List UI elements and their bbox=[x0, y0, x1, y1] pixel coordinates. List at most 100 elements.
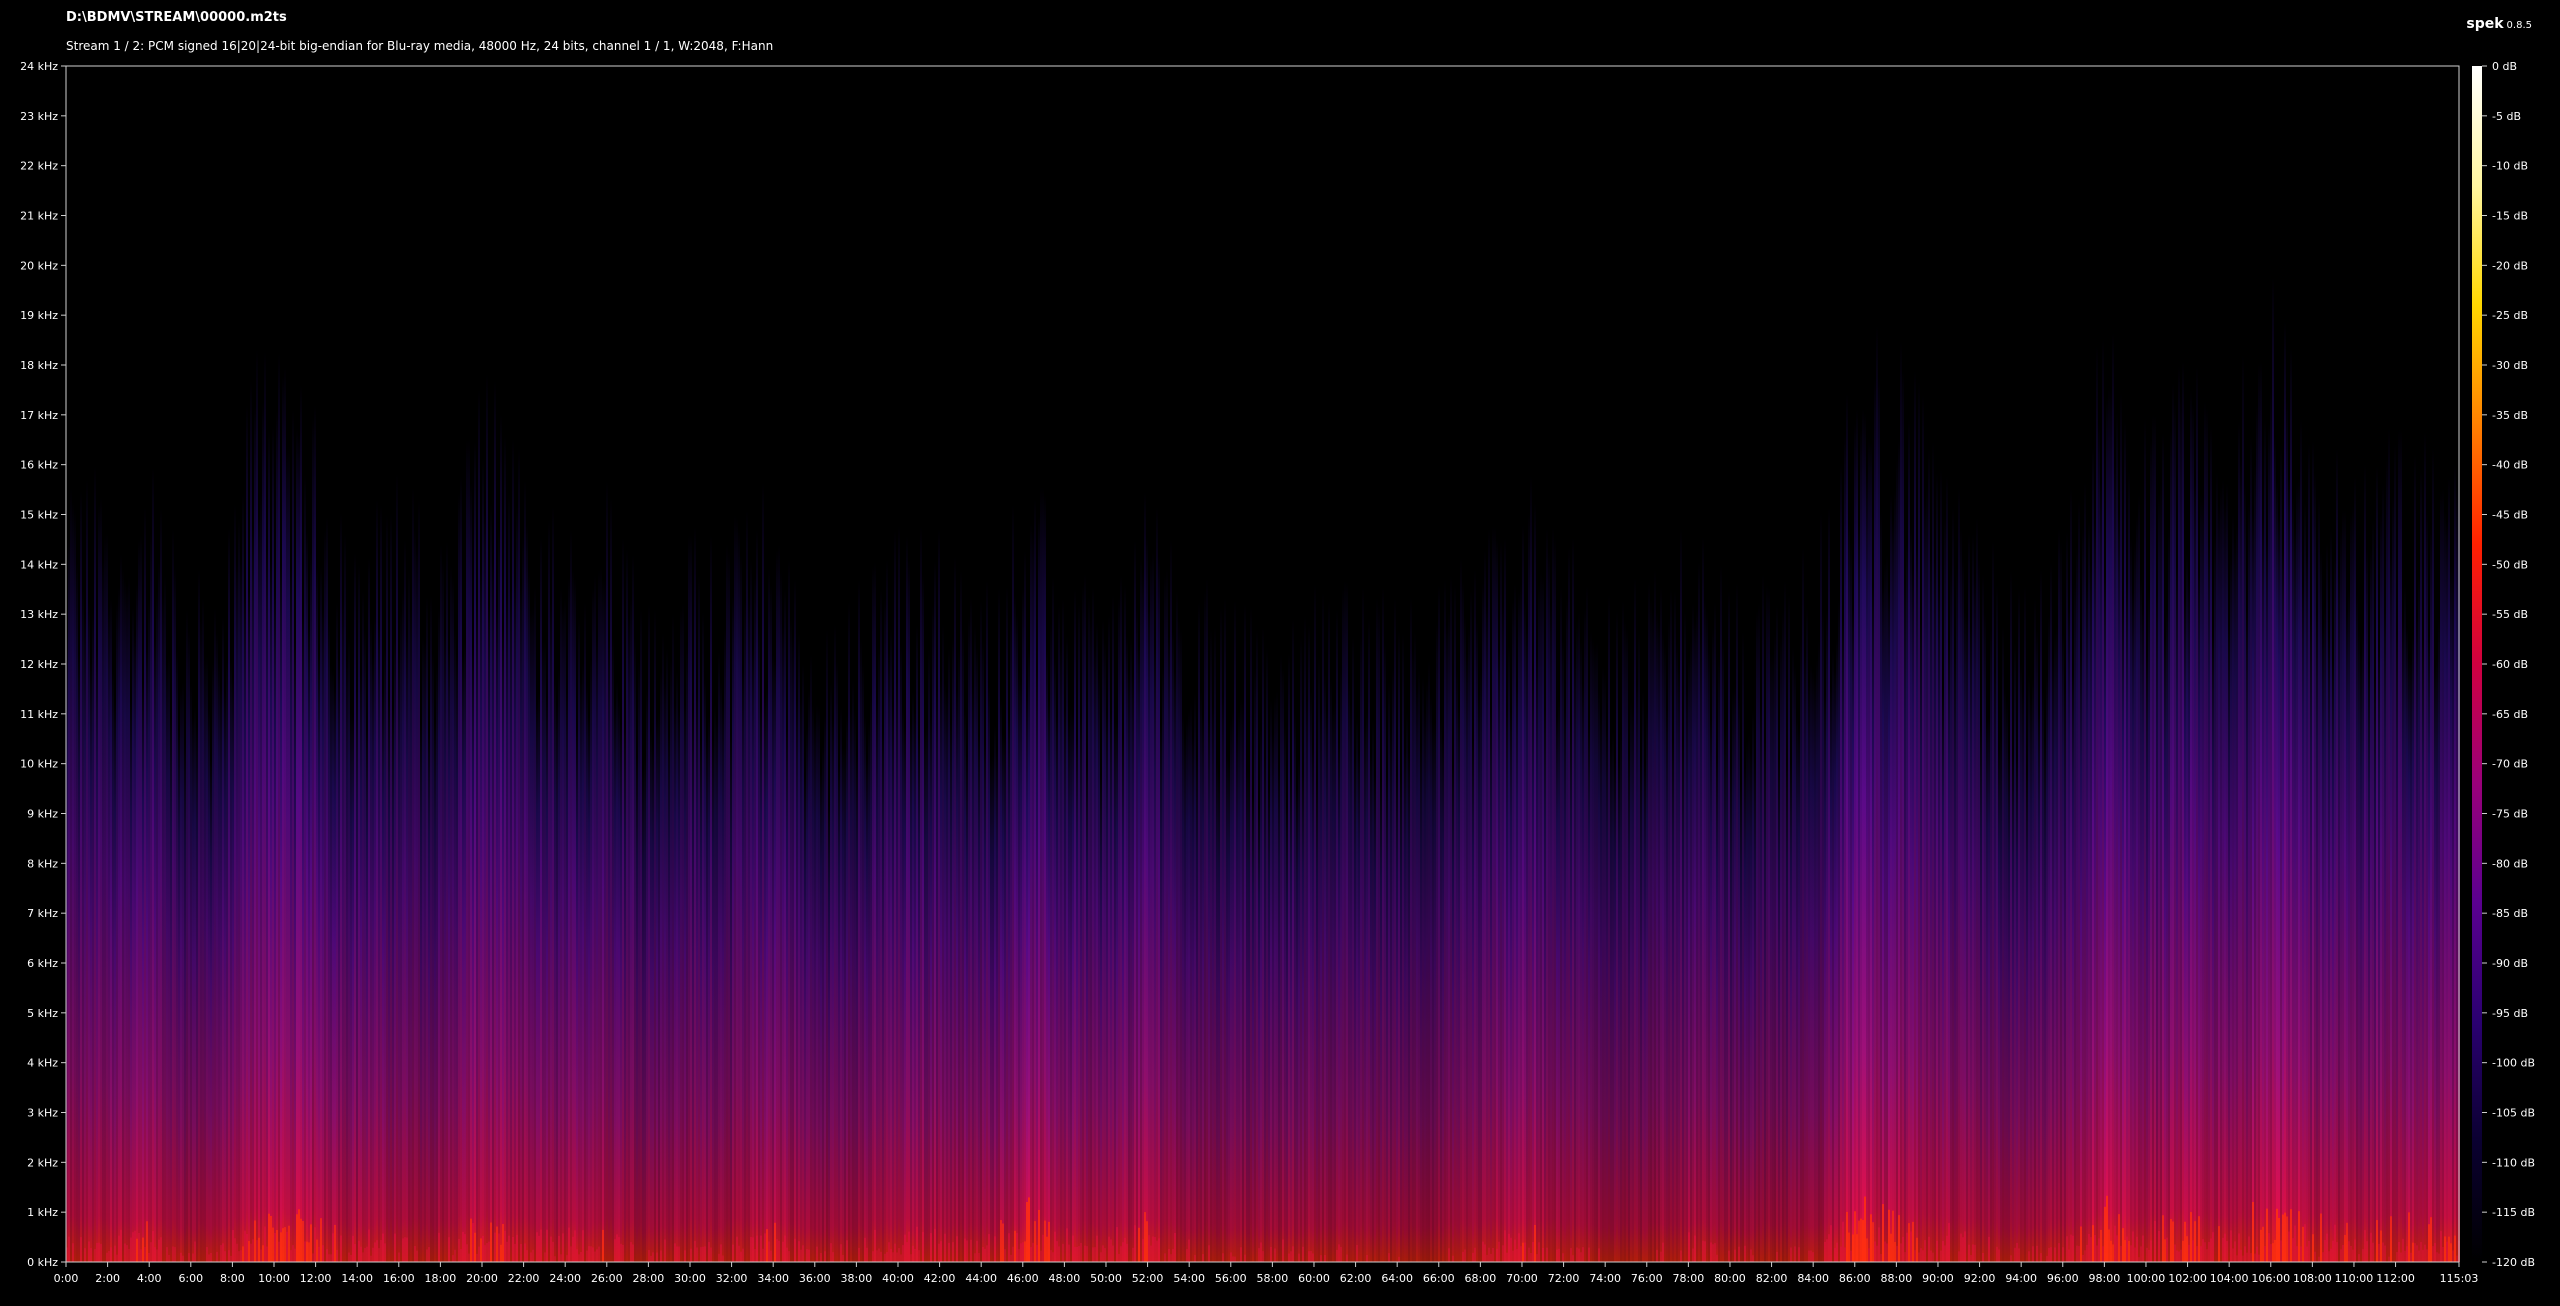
spectrum-strip bbox=[1844, 434, 1846, 1262]
y-tick-label: 14 kHz bbox=[20, 558, 58, 571]
spectrum-strip bbox=[1786, 762, 1788, 1262]
spectrum-strip bbox=[2180, 393, 2182, 1262]
spectrum-strip bbox=[1736, 582, 1738, 1262]
hot-strip bbox=[2438, 1253, 2440, 1262]
spectrum-strip bbox=[2138, 494, 2140, 1263]
spectrum-strip bbox=[2202, 495, 2204, 1262]
spectrum-strip bbox=[1264, 758, 1266, 1262]
hot-strip bbox=[906, 1242, 908, 1262]
hot-strip bbox=[2408, 1212, 2410, 1262]
spectrum-strip bbox=[1990, 629, 1992, 1262]
spectrum-strip bbox=[1004, 736, 1006, 1262]
x-tick-label: 54:00 bbox=[1173, 1272, 1205, 1285]
hot-strip bbox=[496, 1226, 498, 1262]
spectrum-strip bbox=[2154, 415, 2156, 1262]
hot-strip bbox=[188, 1253, 190, 1262]
hot-strip bbox=[1808, 1250, 1810, 1262]
spectrum-strip bbox=[2270, 387, 2272, 1262]
spectrum-strip bbox=[2376, 466, 2378, 1262]
hot-strip bbox=[362, 1252, 364, 1262]
hot-strip bbox=[1514, 1239, 1516, 1262]
spectrum-strip bbox=[378, 622, 380, 1262]
spectrum-strip bbox=[916, 625, 918, 1262]
spectrum-strip bbox=[1094, 647, 1096, 1262]
hot-strip bbox=[116, 1254, 118, 1262]
hot-strip bbox=[166, 1247, 168, 1262]
spectrum-strip bbox=[694, 526, 696, 1262]
spectrum-strip bbox=[152, 468, 154, 1262]
hot-strip bbox=[1074, 1246, 1076, 1262]
spectrum-strip bbox=[1644, 764, 1646, 1262]
spectrum-strip bbox=[1438, 585, 1440, 1262]
spectrum-strip bbox=[1582, 683, 1584, 1262]
spectrum-strip bbox=[112, 671, 114, 1262]
spectrum-strip bbox=[788, 560, 790, 1262]
hot-strip bbox=[846, 1240, 848, 1262]
spectrum-strip bbox=[2224, 502, 2226, 1262]
spectrum-strip bbox=[1516, 684, 1518, 1262]
spectrum-strip bbox=[1854, 422, 1856, 1262]
hot-strip bbox=[526, 1250, 528, 1262]
spectrum-strip bbox=[184, 744, 186, 1262]
spectrum-strip bbox=[1006, 586, 1008, 1262]
spectrum-strip bbox=[2040, 570, 2042, 1262]
hot-strip bbox=[114, 1245, 116, 1262]
hot-strip bbox=[402, 1238, 404, 1262]
spectrum-strip bbox=[322, 608, 324, 1262]
spectrum-strip bbox=[1950, 570, 1952, 1262]
spectrum-strip bbox=[132, 606, 134, 1262]
spectrum-strip bbox=[664, 681, 666, 1262]
spectrum-strip bbox=[616, 681, 618, 1262]
spectrum-strip bbox=[942, 624, 944, 1262]
spectrum-strip bbox=[218, 661, 220, 1262]
hot-strip bbox=[224, 1251, 226, 1262]
spectrum-strip bbox=[2018, 589, 2020, 1262]
spectrum-strip bbox=[1392, 668, 1394, 1262]
spectrum-strip bbox=[204, 658, 206, 1262]
hot-strip bbox=[1230, 1252, 1232, 1262]
hot-strip bbox=[970, 1239, 972, 1262]
spectrum-strip bbox=[1724, 729, 1726, 1262]
colorbar-tick-label: -30 dB bbox=[2492, 359, 2528, 372]
spectrum-strip bbox=[1750, 752, 1752, 1262]
hot-strip bbox=[878, 1248, 880, 1262]
spectrum-strip bbox=[1328, 600, 1330, 1262]
spectrum-strip bbox=[1910, 526, 1912, 1262]
spectrum-strip bbox=[2300, 419, 2302, 1262]
hot-strip bbox=[242, 1246, 244, 1262]
y-tick-label: 11 kHz bbox=[20, 708, 58, 721]
hot-strip bbox=[132, 1232, 134, 1262]
spectrum-strip bbox=[494, 380, 496, 1262]
spectrum-strip bbox=[1088, 596, 1090, 1262]
spectrum-strip bbox=[98, 503, 100, 1262]
spectrum-strip bbox=[1216, 762, 1218, 1262]
spectrum-strip bbox=[466, 439, 468, 1262]
spectrum-strip bbox=[1050, 623, 1052, 1262]
hot-strip bbox=[994, 1236, 996, 1262]
hot-strip bbox=[466, 1244, 468, 1262]
spectrum-strip bbox=[354, 552, 356, 1262]
hot-strip bbox=[1058, 1246, 1060, 1262]
spectrum-strip bbox=[172, 529, 174, 1262]
spectrum-strip bbox=[1478, 692, 1480, 1262]
hot-strip bbox=[1716, 1254, 1718, 1262]
spectrum-strip bbox=[596, 638, 598, 1262]
spectrum-strip bbox=[2152, 413, 2154, 1262]
spectrum-strip bbox=[748, 595, 750, 1262]
spectrum-strip bbox=[342, 599, 344, 1262]
x-tick-label: 88:00 bbox=[1881, 1272, 1913, 1285]
hot-strip bbox=[616, 1234, 618, 1262]
hot-strip bbox=[620, 1243, 622, 1262]
hot-strip bbox=[2096, 1245, 2098, 1262]
hot-strip bbox=[648, 1250, 650, 1262]
hot-strip bbox=[808, 1249, 810, 1262]
spectrum-strip bbox=[1784, 580, 1786, 1262]
spectrum-strip bbox=[1052, 576, 1054, 1262]
spectrum-strip bbox=[710, 535, 712, 1262]
hot-strip bbox=[1844, 1247, 1846, 1262]
spectrum-strip bbox=[782, 625, 784, 1262]
spectrum-strip bbox=[2416, 616, 2418, 1262]
hot-strip bbox=[1704, 1241, 1706, 1262]
hot-strip bbox=[1958, 1251, 1960, 1262]
hot-strip bbox=[910, 1254, 912, 1262]
